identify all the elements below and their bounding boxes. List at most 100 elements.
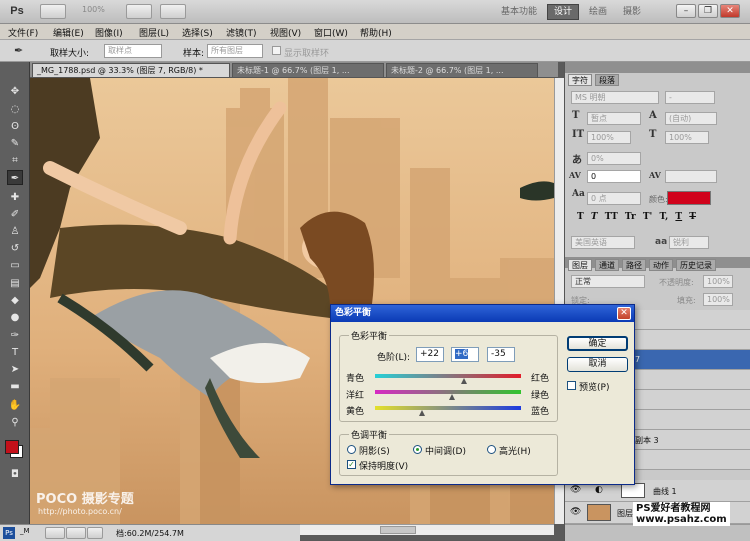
foreground-color-swatch[interactable] bbox=[5, 440, 19, 454]
menu-select[interactable]: 选择(S) bbox=[182, 26, 213, 39]
preserve-luminosity-checkbox[interactable]: ✓ bbox=[347, 460, 356, 469]
minimize-icon[interactable]: – bbox=[676, 4, 696, 18]
bridge-button[interactable] bbox=[40, 4, 66, 19]
zoom-level[interactable]: 100% bbox=[82, 5, 110, 14]
workspace-essentials[interactable]: 基本功能 bbox=[494, 4, 544, 20]
yellow-blue-slider[interactable] bbox=[375, 406, 521, 410]
view-extras-button[interactable] bbox=[126, 4, 152, 19]
tab-channels[interactable]: 通道 bbox=[595, 259, 619, 271]
text-color-swatch[interactable] bbox=[667, 191, 711, 205]
pen-tool-icon[interactable]: ✑ bbox=[7, 328, 23, 343]
workspace-painting[interactable]: 绘画 bbox=[582, 4, 614, 20]
blend-mode-select[interactable]: 正常 bbox=[571, 275, 645, 288]
yellow-blue-thumb[interactable] bbox=[419, 410, 426, 416]
faux-bold-icon[interactable]: T bbox=[577, 212, 584, 222]
magenta-green-thumb[interactable] bbox=[449, 394, 456, 400]
eyedropper-tool-icon[interactable]: ✒ bbox=[7, 170, 23, 185]
horizontal-scale-field[interactable]: 100% bbox=[665, 131, 709, 144]
tsume-field[interactable]: 0% bbox=[587, 152, 641, 165]
close-icon[interactable]: ✕ bbox=[720, 4, 740, 18]
menu-help[interactable]: 帮助(H) bbox=[360, 26, 392, 39]
sample-size-select[interactable]: 取样点 bbox=[104, 44, 162, 58]
highlights-radio[interactable] bbox=[487, 445, 496, 454]
marquee-tool-icon[interactable]: ◌ bbox=[7, 102, 23, 117]
fill-field[interactable]: 100% bbox=[703, 293, 733, 306]
workspace-design[interactable]: 设计 bbox=[547, 4, 580, 20]
quick-select-tool-icon[interactable]: ✎ bbox=[7, 136, 23, 151]
font-size-field[interactable]: 暂点 bbox=[587, 112, 641, 125]
menu-edit[interactable]: 编辑(E) bbox=[53, 26, 84, 39]
magenta-green-input[interactable]: +6 bbox=[451, 347, 479, 362]
taskbar-button[interactable]: _M bbox=[20, 527, 40, 539]
eraser-tool-icon[interactable]: ▭ bbox=[7, 258, 23, 273]
tab-actions[interactable]: 动作 bbox=[649, 259, 673, 271]
eye-icon[interactable]: 👁 bbox=[570, 507, 581, 517]
type-tool-icon[interactable]: T bbox=[7, 345, 23, 360]
tab-paths[interactable]: 路径 bbox=[622, 259, 646, 271]
font-style-select[interactable]: - bbox=[665, 91, 715, 104]
arrange-documents-button[interactable] bbox=[160, 4, 186, 19]
cancel-button[interactable]: 取消 bbox=[567, 357, 628, 372]
all-caps-icon[interactable]: TT bbox=[605, 212, 618, 222]
cyan-red-slider[interactable] bbox=[375, 374, 521, 378]
quick-mask-icon[interactable]: ◘ bbox=[7, 467, 23, 482]
vertical-scale-field[interactable]: 100% bbox=[587, 131, 631, 144]
healing-tool-icon[interactable]: ✚ bbox=[7, 190, 23, 205]
menu-image[interactable]: 图像(I) bbox=[95, 26, 123, 39]
sample-select[interactable]: 所有图层 bbox=[207, 44, 263, 58]
font-family-select[interactable]: MS 明朝 bbox=[571, 91, 659, 104]
tab-layers[interactable]: 图层 bbox=[568, 259, 592, 271]
taskbar-ps-icon[interactable]: Ps bbox=[3, 527, 15, 539]
tab-history[interactable]: 历史记录 bbox=[676, 259, 716, 271]
kerning-field[interactable] bbox=[665, 170, 717, 183]
path-select-tool-icon[interactable]: ➤ bbox=[7, 362, 23, 377]
baseline-field[interactable]: 0 点 bbox=[587, 192, 641, 205]
strikethrough-icon[interactable]: T bbox=[689, 212, 696, 222]
hand-tool-icon[interactable]: ✋ bbox=[7, 398, 23, 413]
shadows-radio[interactable] bbox=[347, 445, 356, 454]
tracking-field[interactable]: 0 bbox=[587, 170, 641, 183]
zoom-tool-icon[interactable]: ⚲ bbox=[7, 415, 23, 430]
midtones-radio[interactable] bbox=[413, 445, 422, 454]
history-brush-tool-icon[interactable]: ↺ bbox=[7, 241, 23, 256]
menu-file[interactable]: 文件(F) bbox=[8, 26, 38, 39]
workspace-photography[interactable]: 摄影 bbox=[616, 4, 648, 20]
faux-italic-icon[interactable]: T bbox=[591, 212, 598, 222]
underline-icon[interactable]: T bbox=[675, 212, 682, 222]
opacity-field[interactable]: 100% bbox=[703, 275, 733, 288]
subscript-icon[interactable]: T, bbox=[659, 212, 668, 222]
language-select[interactable]: 美国英语 bbox=[571, 236, 635, 249]
tab-untitled-2[interactable]: 未标题-2 @ 66.7% (图层 1, ... bbox=[386, 63, 538, 78]
dodge-tool-icon[interactable]: ● bbox=[7, 310, 23, 325]
taskbar-window-button[interactable] bbox=[66, 527, 86, 539]
menu-layer[interactable]: 图层(L) bbox=[139, 26, 169, 39]
crop-tool-icon[interactable]: ⌗ bbox=[7, 153, 23, 168]
antialias-select[interactable]: 锐利 bbox=[669, 236, 709, 249]
cyan-red-input[interactable]: +22 bbox=[416, 347, 444, 362]
tab-paragraph[interactable]: 段落 bbox=[595, 74, 619, 86]
superscript-icon[interactable]: T' bbox=[643, 212, 652, 222]
menu-view[interactable]: 视图(V) bbox=[270, 26, 301, 39]
dialog-close-icon[interactable]: ✕ bbox=[617, 307, 631, 320]
eye-icon[interactable]: 👁 bbox=[570, 485, 581, 495]
menu-window[interactable]: 窗口(W) bbox=[314, 26, 348, 39]
lasso-tool-icon[interactable]: ʘ bbox=[7, 119, 23, 134]
tab-untitled-1[interactable]: 未标题-1 @ 66.7% (图层 1, ... bbox=[232, 63, 384, 78]
leading-field[interactable]: (自动) bbox=[665, 112, 717, 125]
brush-tool-icon[interactable]: ✐ bbox=[7, 207, 23, 222]
horizontal-scrollbar[interactable] bbox=[300, 524, 554, 535]
show-ring-checkbox[interactable] bbox=[272, 46, 281, 55]
move-tool-icon[interactable]: ✥ bbox=[7, 84, 23, 99]
gradient-tool-icon[interactable]: ▤ bbox=[7, 276, 23, 291]
ok-button[interactable]: 确定 bbox=[567, 336, 628, 351]
tab-mg-1788[interactable]: _MG_1788.psd @ 33.3% (图层 7, RGB/8) * bbox=[32, 63, 230, 78]
blur-tool-icon[interactable]: ◆ bbox=[7, 293, 23, 308]
menu-filter[interactable]: 滤镜(T) bbox=[226, 26, 257, 39]
cyan-red-thumb[interactable] bbox=[461, 378, 468, 384]
scroll-thumb[interactable] bbox=[380, 526, 416, 534]
restore-icon[interactable]: ❐ bbox=[698, 4, 718, 18]
yellow-blue-input[interactable]: -35 bbox=[487, 347, 515, 362]
shape-tool-icon[interactable]: ▬ bbox=[7, 379, 23, 394]
magenta-green-slider[interactable] bbox=[375, 390, 521, 394]
eyedropper-icon[interactable]: ✒ bbox=[14, 44, 23, 57]
